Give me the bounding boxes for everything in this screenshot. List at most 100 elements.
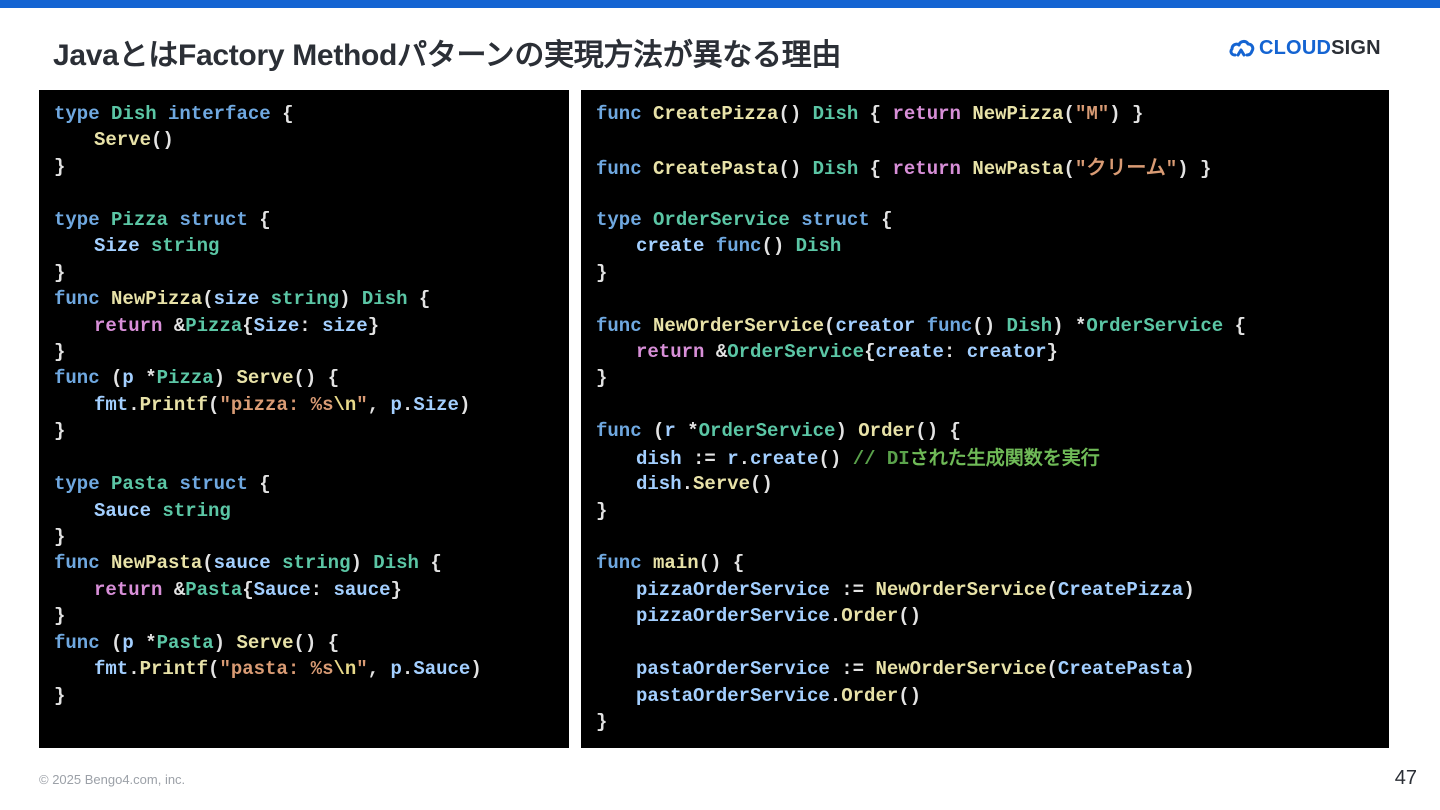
code-token: ) [213, 367, 226, 390]
code-line: dish := r.create() // DIされた生成関数を実行 [596, 445, 1389, 471]
code-token: { [242, 314, 254, 337]
code-token: } [596, 367, 608, 390]
code-token: () [293, 367, 317, 390]
code-token: func [596, 103, 642, 125]
code-token: ( [111, 367, 123, 390]
code-token: ( [1046, 578, 1058, 601]
code-token: sauce [213, 552, 271, 575]
code-token: size [322, 314, 368, 337]
code-token: pizzaOrderService [636, 605, 830, 628]
code-line: } [54, 603, 569, 629]
code-token: ( [208, 393, 220, 416]
code-line: func CreatePasta() Dish { return NewPast… [596, 154, 1389, 180]
code-token: * [1074, 314, 1087, 337]
code-token: Sauce [94, 499, 152, 522]
code-line: return &Pasta{Sauce: sauce} [54, 577, 569, 603]
code-token: return [892, 103, 961, 125]
code-token: { [430, 552, 442, 575]
code-token: ) [835, 420, 847, 443]
code-token: return [94, 578, 163, 601]
code-token: & [715, 340, 728, 363]
code-token: type [596, 208, 642, 231]
code-line: pastaOrderService.Order() [596, 683, 1389, 709]
code-token: ( [1063, 157, 1075, 180]
code-token: () [698, 552, 722, 575]
code-line: Size string [54, 233, 569, 259]
code-token: () [778, 157, 802, 180]
code-token: } [54, 155, 66, 178]
code-panel-left: type Dish interface { Serve() } type Piz… [39, 90, 569, 748]
code-line: type OrderService struct { [596, 207, 1389, 233]
logo-text-sign: SIGN [1331, 36, 1381, 59]
code-token: main [653, 552, 699, 575]
code-token: ) [1183, 658, 1195, 681]
code-token: struct [801, 208, 870, 231]
code-token: } [367, 314, 380, 337]
code-line: type Pasta struct { [54, 471, 569, 497]
code-token: NewOrderService [653, 314, 825, 337]
code-token: . [829, 684, 842, 707]
code-token: Dish [111, 103, 157, 125]
code-token: " [1165, 157, 1178, 180]
code-token: ) [458, 393, 471, 416]
code-token: NewPizza [111, 288, 203, 311]
code-token: func [54, 631, 100, 654]
code-token: () [818, 447, 842, 470]
code-token: type [54, 473, 100, 496]
code-token: クリーム [1086, 154, 1166, 179]
code-token: } [596, 261, 608, 284]
code-token: NewPasta [111, 552, 203, 575]
code-token: ( [824, 314, 836, 337]
page-number: 47 [1394, 767, 1417, 789]
code-token: . [681, 473, 694, 496]
code-token: size [213, 288, 260, 311]
code-token: { [242, 578, 254, 601]
code-token: { [949, 420, 961, 443]
code-token: Dish [361, 288, 408, 311]
code-token: pastaOrderService [636, 684, 830, 707]
code-token: Pizza [156, 367, 214, 390]
logo-wordmark: CLOUDSIGN [1259, 37, 1381, 60]
code-token: CreatePizza [1057, 578, 1184, 601]
code-token: () [898, 605, 922, 628]
code-token: { [418, 288, 431, 311]
code-token: } [596, 499, 608, 522]
logo-text-cloud: CLOUD [1259, 36, 1332, 59]
code-token: pastaOrderService [636, 658, 830, 681]
code-token: { [327, 631, 340, 654]
code-token: creator [966, 340, 1047, 363]
code-token: ) [350, 552, 362, 575]
code-token: interface [168, 103, 271, 125]
code-line: pizzaOrderService.Order() [596, 603, 1389, 629]
code-token: sauce [333, 578, 391, 601]
code-token: Sauce [253, 578, 311, 601]
code-token: () [151, 129, 174, 152]
code-line: pizzaOrderService := NewOrderService(Cre… [596, 577, 1389, 603]
code-token: fmt [94, 393, 129, 416]
code-comment: // DI [852, 447, 910, 470]
code-line: func NewOrderService(creator func() Dish… [596, 313, 1389, 339]
code-line: } [54, 260, 569, 286]
code-token: fmt [94, 658, 129, 681]
code-token: := [841, 658, 865, 681]
code-token: Size [94, 235, 140, 258]
code-token: Serve [94, 129, 152, 152]
code-token: p [122, 631, 134, 654]
code-token: type [54, 208, 100, 231]
code-line: create func() Dish [596, 233, 1389, 259]
code-line: pastaOrderService := NewOrderService(Cre… [596, 656, 1389, 682]
code-token: () [915, 420, 939, 443]
code-token: NewOrderService [875, 658, 1047, 681]
code-line: Sauce string [54, 498, 569, 524]
code-token: } [54, 684, 66, 707]
code-token: " [1074, 157, 1087, 180]
code-token: Pasta [156, 631, 214, 654]
code-token: : [943, 340, 956, 363]
code-token: , [367, 393, 380, 416]
code-line: } [596, 709, 1389, 735]
code-token: r [727, 447, 739, 470]
